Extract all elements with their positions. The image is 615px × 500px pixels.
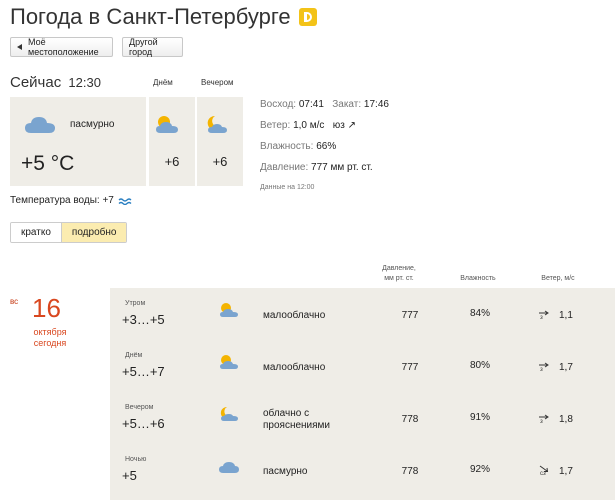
pressure-value: 777 мм рт. ст. xyxy=(311,162,373,173)
humidity-column-header: Влажность xyxy=(460,275,496,282)
detailed-forecast-panel: Утром +3…+5 малооблачно 777 84% з 1,1 Дн… xyxy=(110,288,615,500)
pressure-header-line2: мм рт. ст. xyxy=(384,275,414,282)
now-heading: Сейчас 12:30 xyxy=(10,74,101,91)
evening-forecast-panel: +6 xyxy=(197,97,243,186)
row-condition: малооблачно xyxy=(263,362,326,373)
row-condition: облачно с прояснениями xyxy=(263,408,331,431)
location-arrow-icon xyxy=(17,44,22,50)
pressure-header-line1: Давление, xyxy=(382,265,416,272)
wind-direction-label: з xyxy=(540,419,543,425)
partly-cloudy-icon xyxy=(220,303,238,317)
current-temperature: +5 °C xyxy=(21,152,75,175)
other-city-button[interactable]: Другой город xyxy=(122,37,183,57)
row-wind-speed: 1,1 xyxy=(559,310,573,321)
row-pressure: 778 xyxy=(401,414,419,425)
day-forecast-panel: +6 xyxy=(149,97,195,186)
row-wind-speed: 1,8 xyxy=(559,414,573,425)
waves-icon xyxy=(118,197,132,205)
forecast-row-day: Днём +5…+7 малооблачно 777 80% з 1,7 xyxy=(110,342,615,394)
yandex-weather-logo-icon[interactable] xyxy=(298,8,317,26)
wind-direction-indicator: з xyxy=(538,304,550,322)
part-of-day: Вечером xyxy=(125,404,154,411)
sun-times: Восход: 07:41 Закат: 17:46 xyxy=(260,99,389,110)
cloud-icon xyxy=(219,462,239,473)
cloud-icon xyxy=(25,117,55,133)
tab-brief[interactable]: кратко xyxy=(11,223,61,242)
row-temperature: +5…+7 xyxy=(122,364,165,379)
wind-direction-indicator: сз xyxy=(538,460,550,478)
wind-direction-label: сз xyxy=(540,471,546,477)
sunset-value: 17:46 xyxy=(363,99,389,110)
row-pressure: 778 xyxy=(401,466,419,477)
forecast-view-tabs: кратко подробно xyxy=(10,222,128,243)
day-of-week: вс xyxy=(10,297,19,306)
wind-column-header: Ветер, м/с xyxy=(541,275,575,282)
day-month: октября xyxy=(33,327,67,337)
northeast-arrow-icon: ↗ xyxy=(347,120,357,131)
now-time: 12:30 xyxy=(68,75,101,90)
humidity-label: Влажность: xyxy=(260,141,314,152)
humidity-info: Влажность: 66% xyxy=(260,141,336,152)
water-value: +7 xyxy=(102,195,114,206)
part-of-day: Ночью xyxy=(125,456,147,463)
wind-direction-indicator: з xyxy=(538,408,550,426)
day-column-header: Днём xyxy=(153,78,173,87)
water-label: Температура воды: xyxy=(10,195,100,206)
day-number: 16 xyxy=(32,293,61,323)
row-humidity: 84% xyxy=(469,308,490,319)
row-humidity: 91% xyxy=(469,412,490,423)
row-humidity: 92% xyxy=(469,464,490,475)
my-location-label: Моё местоположение xyxy=(28,37,99,57)
part-of-day: Утром xyxy=(125,300,146,307)
wind-label: Ветер: xyxy=(260,120,291,131)
wind-value: 1,0 м/с xyxy=(293,120,325,131)
other-city-label: Другой город xyxy=(129,37,158,57)
row-temperature: +5 xyxy=(122,468,137,483)
row-wind-speed: 1,7 xyxy=(559,362,573,373)
row-pressure: 777 xyxy=(401,362,419,373)
forecast-row-morning: Утром +3…+5 малооблачно 777 84% з 1,1 xyxy=(110,290,615,342)
data-updated-note: Данные на 12:00 xyxy=(260,184,315,191)
forecast-row-night: Ночью +5 пасмурно 778 92% сз 1,7 xyxy=(110,446,615,498)
evening-column-header: Вечером xyxy=(201,78,234,87)
row-temperature: +5…+6 xyxy=(122,416,165,431)
row-humidity: 80% xyxy=(469,360,490,371)
partly-cloudy-icon xyxy=(220,355,238,369)
moon-cloud-icon xyxy=(220,406,238,421)
day-temperature: +6 xyxy=(164,154,180,169)
humidity-value: 66% xyxy=(316,141,337,152)
sunrise-value: 07:41 xyxy=(298,99,324,110)
my-location-button[interactable]: Моё местоположение xyxy=(10,37,113,57)
wind-direction-label: з xyxy=(540,315,543,321)
sunrise-label: Восход: xyxy=(260,99,297,110)
tab-detailed[interactable]: подробно xyxy=(60,223,127,242)
row-temperature: +3…+5 xyxy=(122,312,165,327)
forecast-row-evening: Вечером +5…+6 облачно с прояснениями 778 … xyxy=(110,394,615,446)
evening-temperature: +6 xyxy=(212,154,228,169)
pressure-info: Давление: 777 мм рт. ст. xyxy=(260,162,373,173)
sunset-label: Закат: xyxy=(332,99,362,110)
current-weather-panel: пасмурно +5 °C xyxy=(10,97,146,186)
partly-cloudy-icon xyxy=(156,116,178,133)
page-title: Погода в Санкт-Петербурге xyxy=(10,4,317,30)
row-pressure: 777 xyxy=(401,310,419,321)
pressure-label: Давление: xyxy=(260,162,309,173)
day-today-label: сегодня xyxy=(33,338,67,348)
row-condition: малооблачно xyxy=(263,310,326,321)
wind-direction: юз xyxy=(332,120,345,131)
water-temperature: Температура воды: +7 xyxy=(10,195,132,206)
wind-info: Ветер: 1,0 м/с юз ↗ xyxy=(260,120,356,131)
pressure-column-header: Давление, мм рт. ст. xyxy=(372,264,426,284)
wind-direction-indicator: з xyxy=(538,356,550,374)
now-label: Сейчас xyxy=(10,74,62,91)
page-title-text: Погода в Санкт-Петербурге xyxy=(10,4,291,29)
wind-direction-label: з xyxy=(540,367,543,373)
part-of-day: Днём xyxy=(125,352,143,359)
row-condition: пасмурно xyxy=(263,466,308,477)
row-wind-speed: 1,7 xyxy=(559,466,573,477)
current-condition: пасмурно xyxy=(70,119,115,130)
moon-cloud-icon xyxy=(207,115,227,133)
